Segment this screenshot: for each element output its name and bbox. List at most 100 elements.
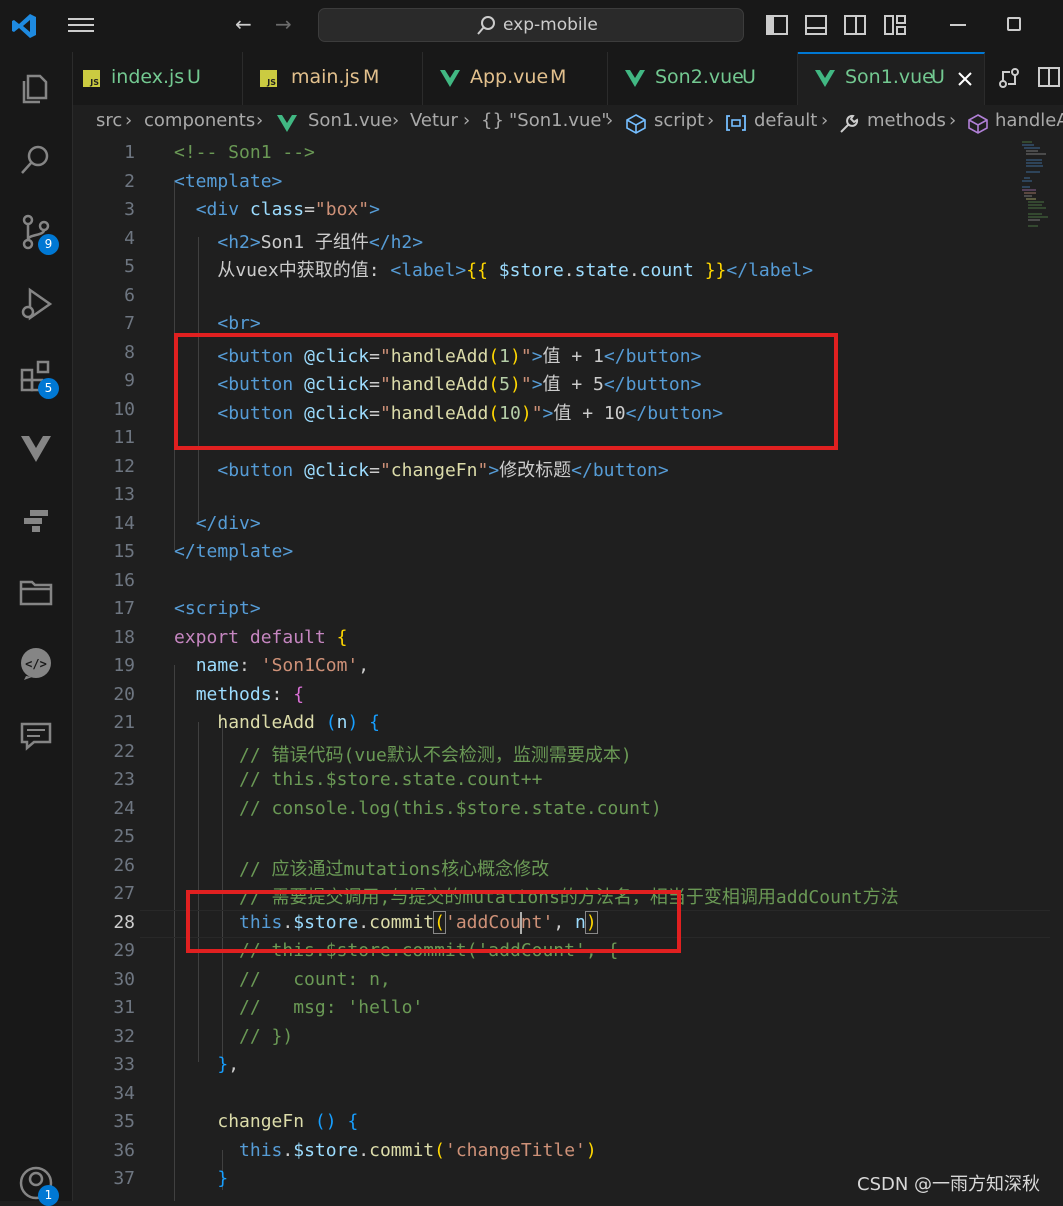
files-icon[interactable] xyxy=(18,70,54,106)
live-server-icon[interactable]: </> xyxy=(18,646,54,682)
watermark: CSDN @一雨方知深秋 xyxy=(857,1174,1041,1195)
breadcrumb-components[interactable]: components xyxy=(144,110,255,131)
tab-son1-vue[interactable]: Son1.vue U xyxy=(798,52,985,105)
code-line-21: handleAdd (n) { xyxy=(217,712,380,733)
run-debug-icon[interactable] xyxy=(18,286,54,322)
method-icon xyxy=(968,114,988,134)
code-line-20: methods: { xyxy=(195,684,305,705)
toggle-primary-sidebar-icon[interactable] xyxy=(766,15,788,35)
line-number: 16 xyxy=(113,570,135,591)
line-number: 32 xyxy=(113,1026,135,1047)
code-line-32: // }) xyxy=(239,1026,294,1047)
remote-explorer-icon[interactable] xyxy=(18,502,54,538)
search-text: exp-mobile xyxy=(503,15,598,35)
toggle-panel-icon[interactable] xyxy=(805,15,827,35)
source-control-badge: 9 xyxy=(38,234,59,255)
line-number: 3 xyxy=(124,199,135,220)
account-badge: 1 xyxy=(38,1185,59,1206)
code-line-37: } xyxy=(217,1168,229,1189)
code-line-17: <script> xyxy=(174,598,261,619)
line-number: 27 xyxy=(113,883,135,904)
forward-arrow-icon[interactable]: → xyxy=(275,12,292,36)
tab-label: Son1.vue xyxy=(845,66,934,88)
line-number: 15 xyxy=(113,541,135,562)
line-number-current: 28 xyxy=(113,912,135,933)
line-number: 30 xyxy=(113,969,135,990)
tab-main-js[interactable]: JS main.js M xyxy=(243,52,423,105)
line-number: 36 xyxy=(113,1140,135,1161)
breadcrumb-src[interactable]: src xyxy=(96,110,122,131)
annotation-highlight-box xyxy=(186,890,681,953)
vertical-scrollbar[interactable] xyxy=(1050,140,1063,1201)
title-bar: ← → exp-mobile xyxy=(0,0,1063,52)
line-number: 6 xyxy=(124,285,135,306)
minimize-icon[interactable] xyxy=(950,24,966,26)
breadcrumb-file[interactable]: Son1.vue xyxy=(308,110,392,131)
code-line-22: // 错误代码(vue默认不会检测，监测需要成本) xyxy=(239,745,632,766)
tab-status: U xyxy=(742,66,756,88)
close-icon[interactable] xyxy=(957,71,973,87)
tab-label: App.vue xyxy=(470,66,549,88)
vue-icon xyxy=(625,70,645,87)
split-editor-icon[interactable] xyxy=(1038,67,1060,87)
chevron-right-icon: › xyxy=(463,110,471,131)
customize-layout-icon[interactable] xyxy=(884,15,906,35)
braces-icon: {} xyxy=(481,110,504,131)
chevron-right-icon: › xyxy=(606,110,614,131)
line-number: 26 xyxy=(113,855,135,876)
code-line-7: <br> xyxy=(217,313,261,334)
line-number: 20 xyxy=(113,684,135,705)
activity-bar: 9 5 </> 1 xyxy=(0,52,73,1206)
chevron-right-icon: › xyxy=(256,110,264,131)
line-number: 9 xyxy=(124,370,135,391)
line-number: 10 xyxy=(113,399,135,420)
code-line-23: // this.$store.state.count++ xyxy=(239,769,543,790)
breadcrumb-methods[interactable]: methods xyxy=(867,110,946,131)
tab-son2-vue[interactable]: Son2.vue U xyxy=(608,52,798,105)
vscode-logo-icon xyxy=(12,14,36,38)
svg-text:</>: </> xyxy=(25,657,47,671)
line-number: 31 xyxy=(113,997,135,1018)
minimap[interactable] xyxy=(1022,140,1048,230)
tab-status: M xyxy=(550,66,567,88)
js-icon: JS xyxy=(83,70,100,87)
extensions-badge: 5 xyxy=(38,378,59,399)
chat-icon[interactable] xyxy=(18,718,54,754)
line-number: 17 xyxy=(113,598,135,619)
breadcrumb-vetur[interactable]: Vetur xyxy=(410,110,458,131)
breadcrumb-script[interactable]: script xyxy=(654,110,704,131)
breadcrumb-handler[interactable]: handleAdd xyxy=(995,110,1063,131)
maximize-icon[interactable] xyxy=(1007,17,1021,31)
tab-index-js[interactable]: JS index.js U xyxy=(73,52,243,105)
line-number: 5 xyxy=(124,256,135,277)
back-arrow-icon[interactable]: ← xyxy=(235,12,252,36)
breadcrumb-component[interactable]: "Son1.vue" xyxy=(509,110,610,131)
code-line-1: <!-- Son1 --> xyxy=(174,142,315,163)
code-line-26: // 应该通过mutations核心概念修改 xyxy=(239,859,550,880)
line-number: 33 xyxy=(113,1054,135,1075)
tab-status: U xyxy=(187,66,201,88)
line-number: 7 xyxy=(124,313,135,334)
search-icon[interactable] xyxy=(18,142,54,178)
folder-icon[interactable] xyxy=(18,574,54,610)
menu-icon[interactable] xyxy=(68,14,94,38)
tab-status: M xyxy=(363,66,380,88)
tab-app-vue[interactable]: App.vue M xyxy=(423,52,608,105)
line-number: 21 xyxy=(113,712,135,733)
code-line-33: }, xyxy=(217,1054,240,1075)
code-line-30: // count: n, xyxy=(239,969,391,990)
code-editor[interactable]: 1 2 3 4 5 6 7 8 9 10 11 12 13 14 15 16 1… xyxy=(73,140,1063,1201)
code-line-5: 从vuex中获取的值: <label>{{ $store.state.count… xyxy=(174,260,814,281)
toggle-secondary-sidebar-icon[interactable] xyxy=(844,15,866,35)
command-center-search[interactable]: exp-mobile xyxy=(318,8,744,42)
code-line-24: // console.log(this.$store.state.count) xyxy=(239,798,662,819)
wrench-icon xyxy=(840,114,859,133)
line-number: 25 xyxy=(113,826,135,847)
vue-icon xyxy=(440,70,460,87)
cube-icon xyxy=(626,114,646,134)
code-line-3: <div class="box"> xyxy=(195,199,380,220)
compare-changes-icon[interactable] xyxy=(998,67,1020,89)
vue-devtools-icon[interactable] xyxy=(18,430,54,466)
breadcrumb-default[interactable]: default xyxy=(754,110,817,131)
tab-label: main.js xyxy=(291,66,360,88)
